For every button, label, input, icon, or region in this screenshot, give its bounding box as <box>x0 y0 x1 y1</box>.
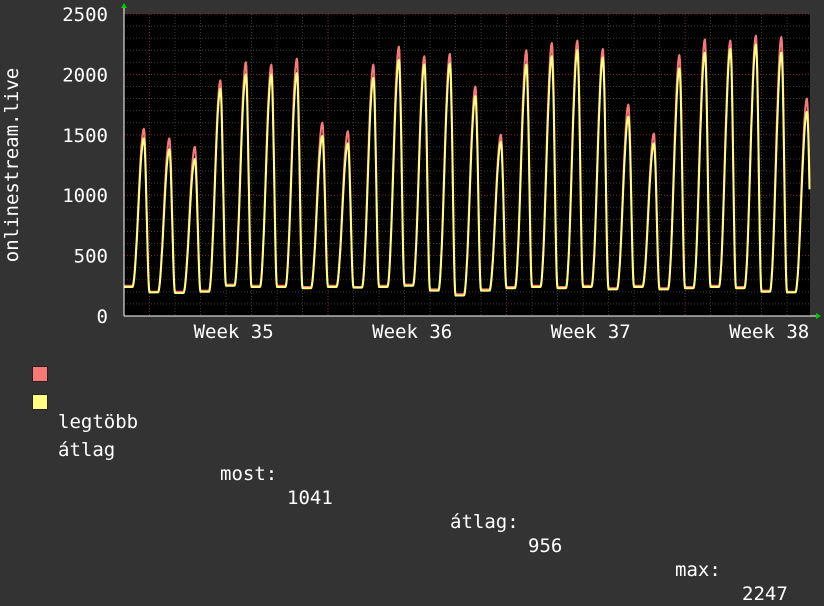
x-axis-arrow <box>816 313 821 319</box>
stat-avg-label: átlag: <box>450 511 519 533</box>
stat-avg-value: 956 <box>528 535 563 557</box>
legend-label-avg: átlag <box>58 439 116 461</box>
x-tick-label: Week 37 <box>551 321 631 343</box>
x-tick-label: Week 38 <box>729 321 809 343</box>
y-axis-title: onlinestream.live <box>1 68 23 262</box>
y-tick-label: 500 <box>74 246 108 268</box>
stat-now-value: 1041 <box>287 487 333 509</box>
x-tick-label: Week 35 <box>194 321 274 343</box>
y-axis-arrow <box>121 3 127 8</box>
stat-max-label: max: <box>675 559 721 581</box>
legend-swatch-max <box>32 366 48 382</box>
x-tick-label: Week 36 <box>372 321 452 343</box>
legend-swatch-avg <box>32 394 48 410</box>
chart-svg: 0 500 1000 1500 2000 2500 Week 35 Week 36 Week 3… <box>1 3 821 343</box>
y-tick-label: 1000 <box>62 185 108 207</box>
chart-container: 0 500 1000 1500 2000 2500 Week 35 Week 36 Week 3… <box>0 0 824 430</box>
y-tick-label: 2000 <box>62 64 108 86</box>
y-tick-label: 2500 <box>62 4 108 26</box>
y-tick-label: 0 <box>97 306 108 328</box>
y-tick-label: 1500 <box>62 125 108 147</box>
legend-row-avg: átlag most: 1041 átlag: 956 max: 2247 <box>32 390 822 605</box>
stat-max-value: 2247 <box>742 583 788 605</box>
stat-now-label: most: <box>220 463 278 485</box>
legend-row-max: legtöbb <box>32 362 138 433</box>
